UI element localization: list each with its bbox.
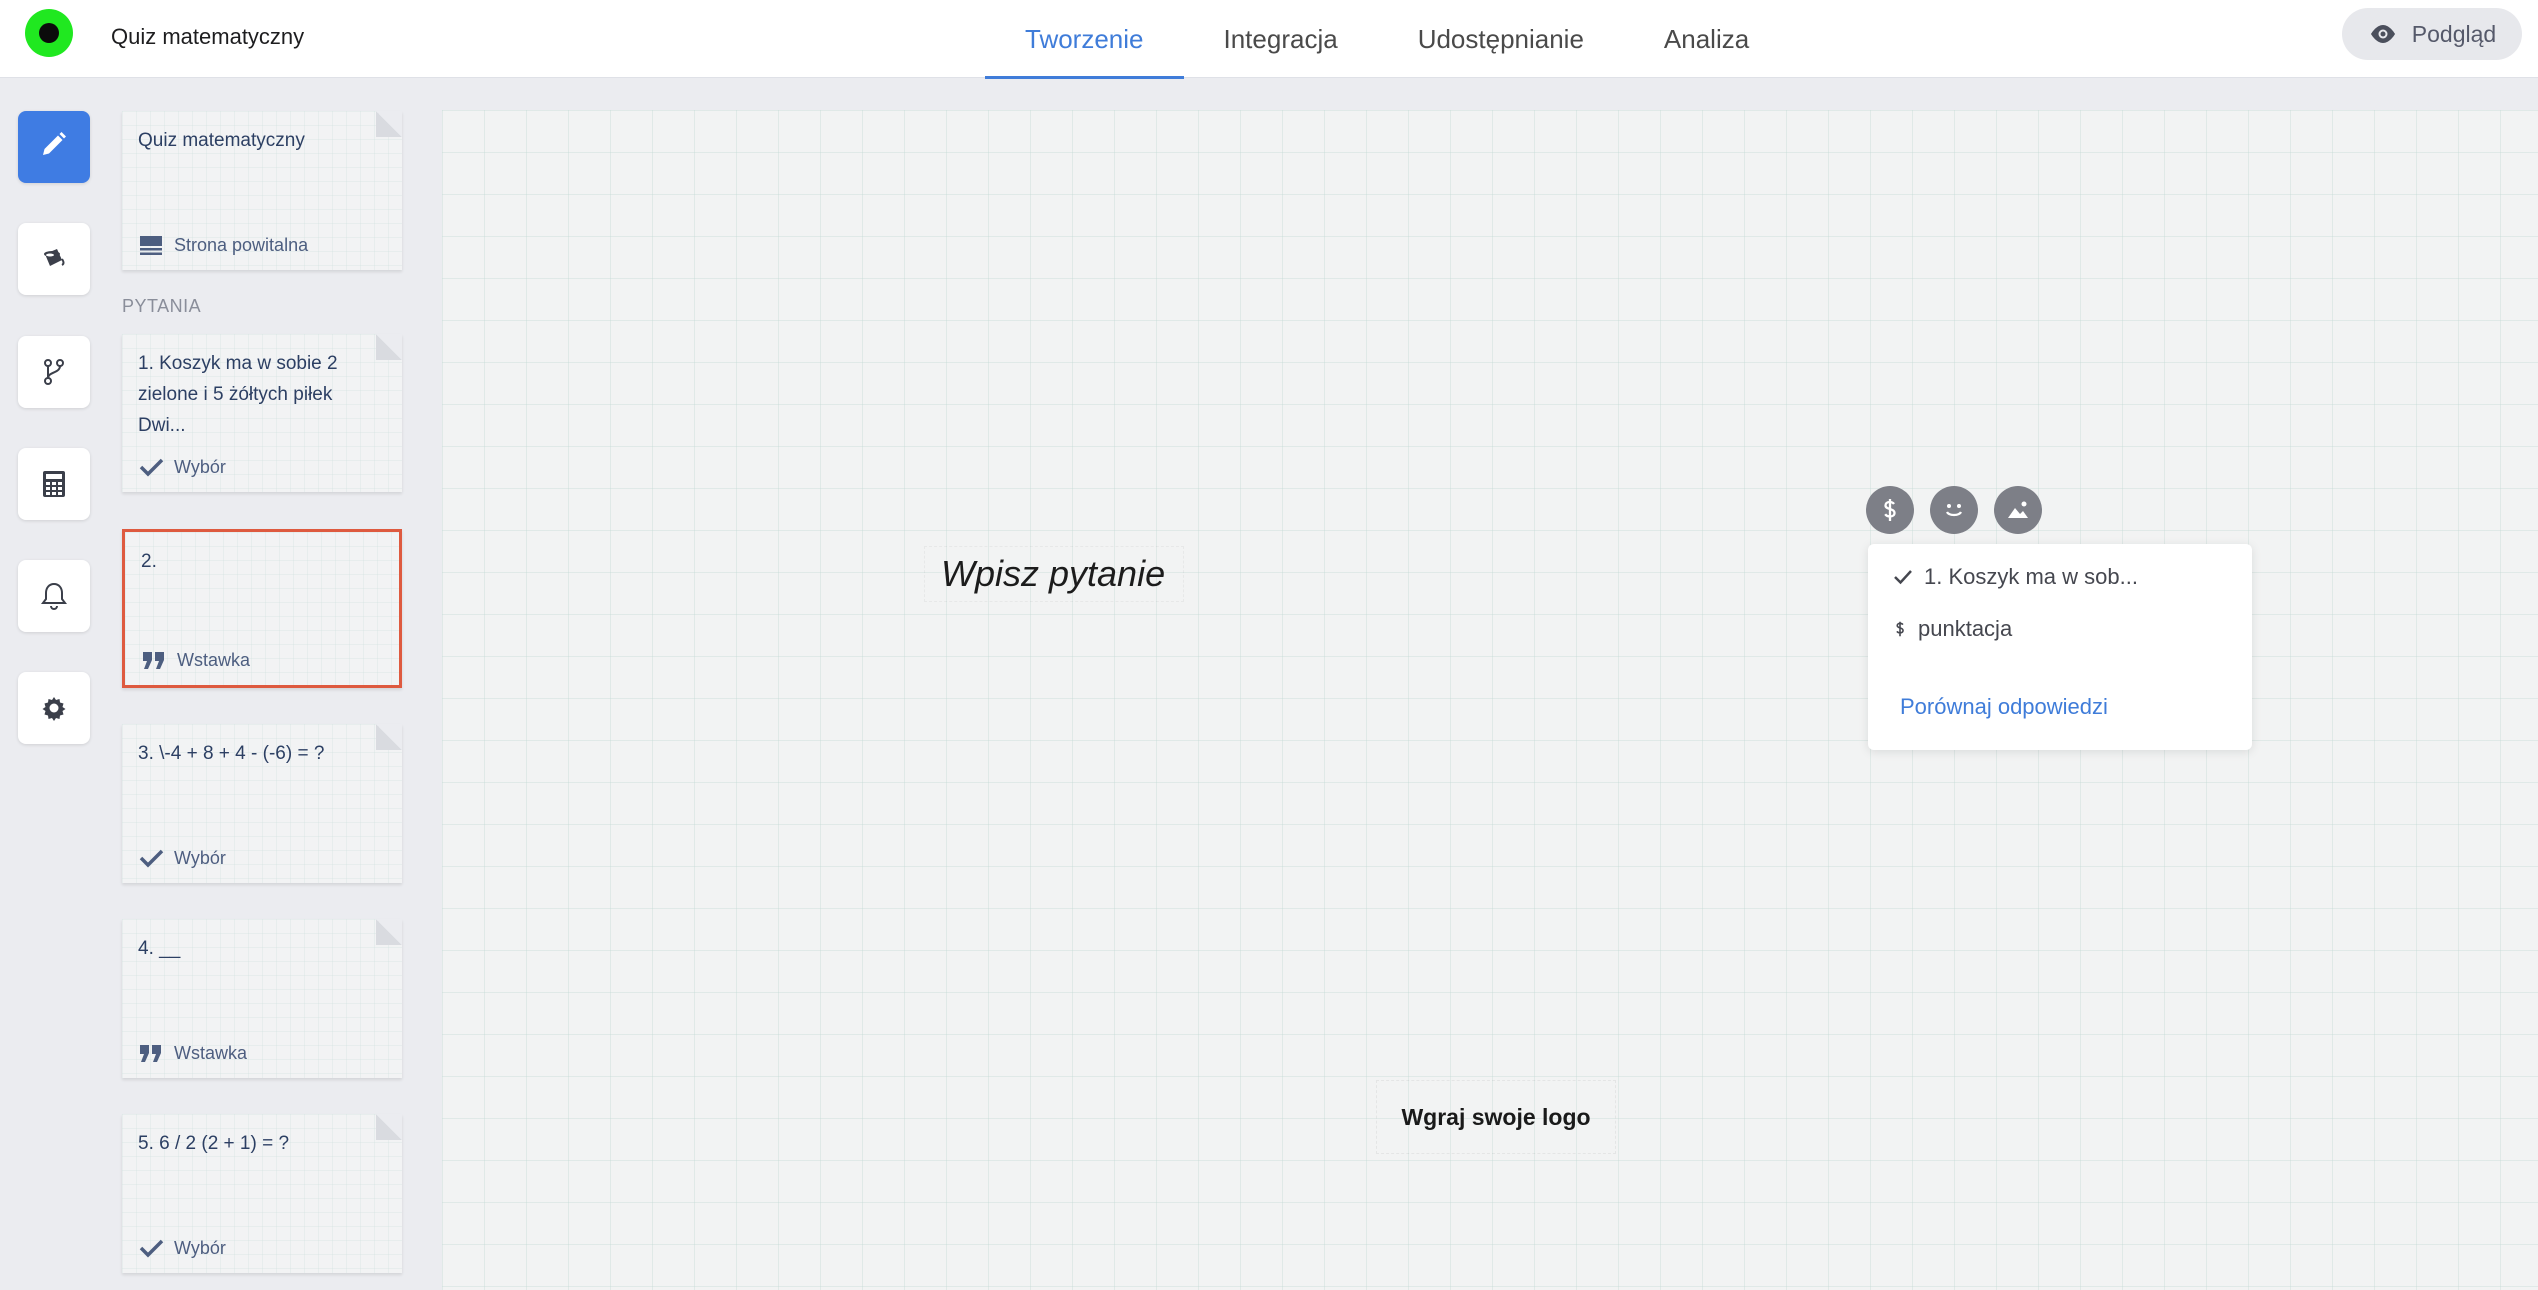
smiley-icon bbox=[1945, 504, 1963, 517]
calculator-icon bbox=[43, 471, 65, 497]
compare-answers-link[interactable]: Porównaj odpowiedzi bbox=[1900, 694, 2108, 720]
question-type-label: Wstawka bbox=[174, 1042, 248, 1063]
quote-icon bbox=[140, 1045, 161, 1062]
question-text: 3. \-4 + 8 + 4 - (-6) = ? bbox=[138, 743, 325, 764]
popover-item-label: punktacja bbox=[1918, 616, 2013, 641]
top-bar: Quiz matematyczny Tworzenie Integracja U… bbox=[0, 0, 2538, 79]
tab-integracja[interactable]: Integracja bbox=[1184, 0, 1378, 78]
check-icon bbox=[139, 849, 164, 868]
welcome-page-card[interactable]: Quiz matematyczny Strona powitalna bbox=[122, 111, 402, 270]
question-type-label: Wstawka bbox=[177, 649, 251, 670]
image-button[interactable] bbox=[1994, 486, 2042, 534]
card-fold bbox=[376, 724, 402, 750]
check-icon bbox=[139, 458, 164, 477]
bell-icon bbox=[41, 582, 67, 611]
question-card-2[interactable]: 2. Wstawka bbox=[122, 529, 402, 688]
card-type: Wybór bbox=[138, 1237, 226, 1259]
main-tabs: Tworzenie Integracja Udostępnianie Anali… bbox=[985, 0, 1789, 79]
popover-item-score[interactable]: punktacja bbox=[1892, 616, 2012, 642]
question-card-4[interactable]: 4. __ Wstawka bbox=[122, 919, 402, 1078]
emoji-button[interactable] bbox=[1930, 486, 1978, 534]
scoring-button[interactable] bbox=[1866, 486, 1914, 534]
card-type: Wstawka bbox=[141, 649, 250, 671]
question-card-3[interactable]: 3. \-4 + 8 + 4 - (-6) = ? Wybór bbox=[122, 724, 402, 883]
rail-calculator-button[interactable] bbox=[18, 448, 90, 520]
preview-button[interactable]: Podgląd bbox=[2342, 8, 2522, 60]
variables-popover: 1. Koszyk ma w sob... punktacja Porównaj… bbox=[1868, 544, 2252, 750]
question-type-label: Wybór bbox=[174, 847, 226, 868]
question-card-1[interactable]: 1. Koszyk ma w sobie 2 zielone i 5 żółty… bbox=[122, 334, 402, 492]
card-type: Wybór bbox=[138, 847, 226, 869]
popover-item-question-1[interactable]: 1. Koszyk ma w sob... bbox=[1892, 564, 2138, 590]
question-title-input[interactable]: Wpisz pytanie bbox=[924, 546, 1184, 602]
tab-udostepnianie[interactable]: Udostępnianie bbox=[1378, 0, 1624, 78]
question-text: 1. Koszyk ma w sobie 2 zielone i 5 żółty… bbox=[138, 353, 338, 436]
card-type: Strona powitalna bbox=[138, 234, 308, 256]
branch-icon bbox=[44, 359, 64, 385]
dollar-icon bbox=[1896, 621, 1904, 637]
popover-item-label: 1. Koszyk ma w sob... bbox=[1924, 564, 2138, 589]
upload-logo-button[interactable]: Wgraj swoje logo bbox=[1376, 1080, 1616, 1154]
welcome-page-icon bbox=[140, 236, 162, 255]
preview-label: Podgląd bbox=[2411, 20, 2497, 47]
card-fold bbox=[376, 111, 402, 137]
question-text: 4. __ bbox=[138, 938, 181, 959]
welcome-type-label: Strona powitalna bbox=[174, 234, 309, 255]
card-fold bbox=[376, 919, 402, 945]
paint-bucket-icon bbox=[44, 249, 65, 266]
question-card-5[interactable]: 5. 6 / 2 (2 + 1) = ? Wybór bbox=[122, 1114, 402, 1273]
check-icon bbox=[139, 1239, 164, 1258]
rail-settings-button[interactable] bbox=[18, 672, 90, 744]
pencil-icon bbox=[43, 132, 66, 155]
questions-section-label: PYTANIA bbox=[122, 296, 202, 316]
app-logo[interactable] bbox=[25, 9, 73, 57]
welcome-title: Quiz matematyczny bbox=[138, 130, 305, 151]
rail-edit-button[interactable] bbox=[18, 111, 90, 183]
tab-analiza[interactable]: Analiza bbox=[1624, 0, 1789, 78]
rail-design-button[interactable] bbox=[18, 223, 90, 295]
question-type-label: Wybór bbox=[174, 1237, 226, 1258]
image-icon bbox=[2008, 501, 2028, 518]
check-icon bbox=[1894, 570, 1912, 585]
question-type-label: Wybór bbox=[174, 456, 226, 477]
card-fold bbox=[376, 1114, 402, 1140]
card-fold bbox=[376, 334, 402, 360]
rail-notifications-button[interactable] bbox=[18, 560, 90, 632]
rail-logic-button[interactable] bbox=[18, 336, 90, 408]
app-title[interactable]: Quiz matematyczny bbox=[111, 24, 304, 50]
tab-tworzenie[interactable]: Tworzenie bbox=[985, 0, 1184, 79]
gear-icon bbox=[42, 697, 66, 721]
dollar-icon bbox=[1884, 499, 1896, 521]
card-type: Wybór bbox=[138, 456, 226, 478]
question-text: 2. bbox=[141, 551, 157, 572]
eye-icon bbox=[2370, 25, 2395, 43]
question-text: 5. 6 / 2 (2 + 1) = ? bbox=[138, 1133, 290, 1154]
quote-icon bbox=[143, 652, 164, 669]
card-type: Wstawka bbox=[138, 1042, 247, 1064]
editor-canvas: Wpisz pytanie 1. Koszyk ma w sob... punk… bbox=[442, 110, 2538, 1290]
